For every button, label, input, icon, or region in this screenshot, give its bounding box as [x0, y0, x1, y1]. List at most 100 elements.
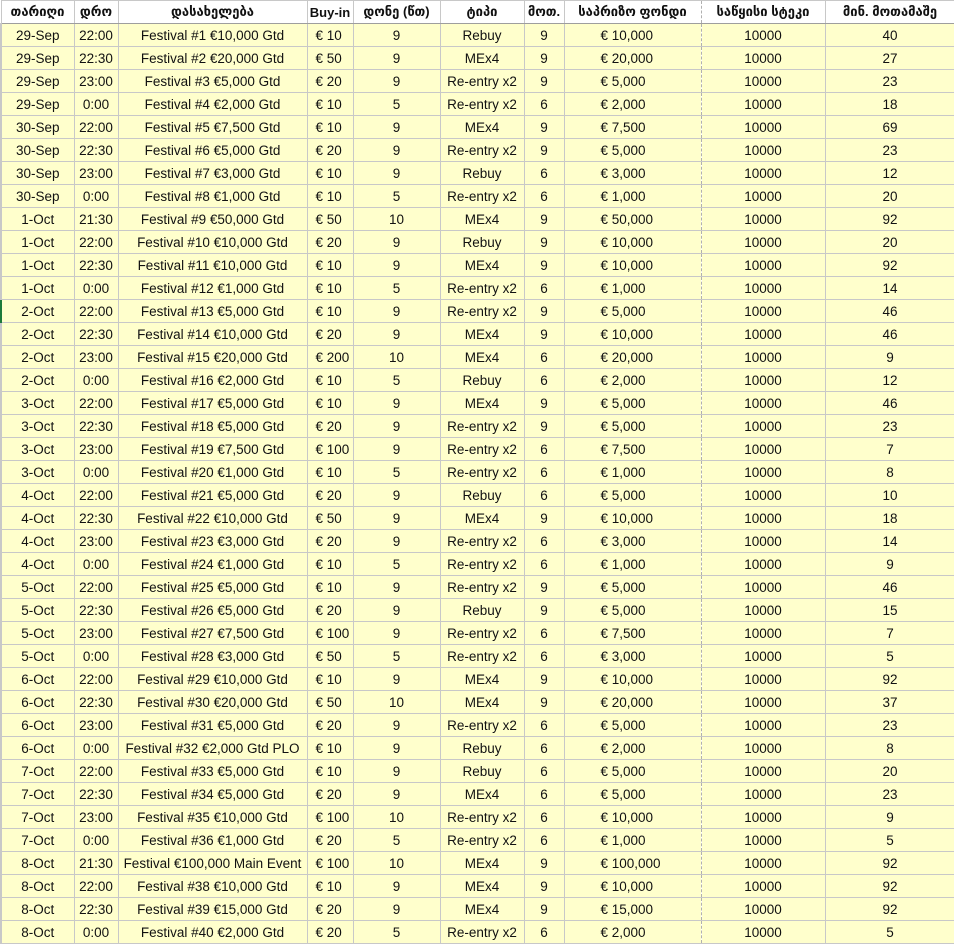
- cell-starting-stack[interactable]: 10000: [700, 437, 826, 461]
- cell-time[interactable]: 22:30: [73, 46, 119, 70]
- cell-starting-stack[interactable]: 10000: [700, 391, 826, 415]
- cell-players[interactable]: 6: [523, 184, 565, 208]
- cell-players[interactable]: 9: [523, 575, 565, 599]
- cell-starting-stack[interactable]: 10000: [700, 552, 826, 576]
- cell-starting-stack[interactable]: 10000: [700, 115, 826, 139]
- cell-players[interactable]: 6: [523, 368, 565, 392]
- cell-players[interactable]: 6: [523, 805, 565, 829]
- cell-players[interactable]: 9: [523, 506, 565, 530]
- cell-min-players[interactable]: 23: [824, 69, 954, 93]
- cell-starting-stack[interactable]: 10000: [700, 276, 826, 300]
- cell-players[interactable]: 9: [523, 690, 565, 714]
- cell-starting-stack[interactable]: 10000: [700, 667, 826, 691]
- cell-time[interactable]: 0:00: [73, 368, 119, 392]
- cell-tournament-name[interactable]: Festival #23 €3,000 Gtd: [117, 529, 308, 553]
- cell-starting-stack[interactable]: 10000: [700, 575, 826, 599]
- cell-prize-pool[interactable]: € 10,000: [563, 23, 702, 47]
- cell-buyin[interactable]: € 10: [306, 460, 354, 484]
- cell-players[interactable]: 6: [523, 460, 565, 484]
- cell-tournament-name[interactable]: Festival #32 €2,000 Gtd PLO: [117, 736, 308, 760]
- cell-time[interactable]: 23:00: [73, 621, 119, 645]
- cell-tournament-name[interactable]: Festival #12 €1,000 Gtd: [117, 276, 308, 300]
- cell-time[interactable]: 0:00: [73, 184, 119, 208]
- cell-buyin[interactable]: € 50: [306, 644, 354, 668]
- cell-min-players[interactable]: 27: [824, 46, 954, 70]
- cell-starting-stack[interactable]: 10000: [700, 184, 826, 208]
- cell-time[interactable]: 22:30: [73, 690, 119, 714]
- cell-players[interactable]: 9: [523, 598, 565, 622]
- cell-date[interactable]: 8-Oct: [0, 874, 75, 898]
- cell-buyin[interactable]: € 100: [306, 851, 354, 875]
- cell-type[interactable]: MEx4: [439, 851, 525, 875]
- cell-prize-pool[interactable]: € 5,000: [563, 483, 702, 507]
- cell-type[interactable]: MEx4: [439, 115, 525, 139]
- cell-buyin[interactable]: € 10: [306, 368, 354, 392]
- cell-date[interactable]: 5-Oct: [0, 644, 75, 668]
- cell-players[interactable]: 6: [523, 644, 565, 668]
- cell-prize-pool[interactable]: € 5,000: [563, 575, 702, 599]
- cell-buyin[interactable]: € 200: [306, 345, 354, 369]
- cell-tournament-name[interactable]: Festival #19 €7,500 Gtd: [117, 437, 308, 461]
- cell-buyin[interactable]: € 10: [306, 391, 354, 415]
- cell-buyin[interactable]: € 100: [306, 437, 354, 461]
- cell-players[interactable]: 6: [523, 276, 565, 300]
- cell-prize-pool[interactable]: € 5,000: [563, 414, 702, 438]
- cell-prize-pool[interactable]: € 3,000: [563, 644, 702, 668]
- cell-time[interactable]: 0:00: [73, 920, 119, 944]
- cell-tournament-name[interactable]: Festival #40 €2,000 Gtd: [117, 920, 308, 944]
- cell-starting-stack[interactable]: 10000: [700, 920, 826, 944]
- cell-time[interactable]: 22:00: [73, 230, 119, 254]
- cell-level-minutes[interactable]: 9: [352, 759, 441, 783]
- cell-prize-pool[interactable]: € 5,000: [563, 759, 702, 783]
- cell-prize-pool[interactable]: € 2,000: [563, 368, 702, 392]
- cell-date[interactable]: 30-Sep: [0, 161, 75, 185]
- header-time[interactable]: დრო: [73, 0, 119, 24]
- cell-players[interactable]: 9: [523, 69, 565, 93]
- cell-buyin[interactable]: € 20: [306, 69, 354, 93]
- cell-tournament-name[interactable]: Festival #14 €10,000 Gtd: [117, 322, 308, 346]
- cell-type[interactable]: Re-entry x2: [439, 828, 525, 852]
- cell-starting-stack[interactable]: 10000: [700, 207, 826, 231]
- cell-players[interactable]: 9: [523, 23, 565, 47]
- cell-prize-pool[interactable]: € 1,000: [563, 552, 702, 576]
- cell-starting-stack[interactable]: 10000: [700, 368, 826, 392]
- cell-level-minutes[interactable]: 9: [352, 897, 441, 921]
- cell-min-players[interactable]: 92: [824, 851, 954, 875]
- cell-prize-pool[interactable]: € 15,000: [563, 897, 702, 921]
- cell-buyin[interactable]: € 20: [306, 414, 354, 438]
- cell-level-minutes[interactable]: 10: [352, 207, 441, 231]
- cell-min-players[interactable]: 23: [824, 138, 954, 162]
- cell-level-minutes[interactable]: 10: [352, 805, 441, 829]
- cell-level-minutes[interactable]: 9: [352, 46, 441, 70]
- cell-date[interactable]: 2-Oct: [0, 368, 75, 392]
- cell-buyin[interactable]: € 20: [306, 828, 354, 852]
- cell-players[interactable]: 9: [523, 391, 565, 415]
- cell-time[interactable]: 22:00: [73, 874, 119, 898]
- cell-players[interactable]: 9: [523, 230, 565, 254]
- cell-players[interactable]: 6: [523, 759, 565, 783]
- cell-buyin[interactable]: € 20: [306, 529, 354, 553]
- cell-min-players[interactable]: 40: [824, 23, 954, 47]
- cell-prize-pool[interactable]: € 2,000: [563, 736, 702, 760]
- cell-tournament-name[interactable]: Festival #16 €2,000 Gtd: [117, 368, 308, 392]
- cell-buyin[interactable]: € 100: [306, 621, 354, 645]
- cell-tournament-name[interactable]: Festival #21 €5,000 Gtd: [117, 483, 308, 507]
- cell-time[interactable]: 23:00: [73, 345, 119, 369]
- cell-type[interactable]: Re-entry x2: [439, 575, 525, 599]
- cell-date[interactable]: 6-Oct: [0, 736, 75, 760]
- cell-date[interactable]: 4-Oct: [0, 552, 75, 576]
- cell-date[interactable]: 6-Oct: [0, 713, 75, 737]
- cell-type[interactable]: Rebuy: [439, 736, 525, 760]
- header-prize-pool[interactable]: საპრიზო ფონდი: [563, 0, 702, 24]
- cell-prize-pool[interactable]: € 20,000: [563, 345, 702, 369]
- cell-min-players[interactable]: 46: [824, 575, 954, 599]
- cell-prize-pool[interactable]: € 5,000: [563, 138, 702, 162]
- cell-starting-stack[interactable]: 10000: [700, 621, 826, 645]
- cell-buyin[interactable]: € 10: [306, 759, 354, 783]
- cell-min-players[interactable]: 69: [824, 115, 954, 139]
- cell-min-players[interactable]: 92: [824, 667, 954, 691]
- cell-date[interactable]: 3-Oct: [0, 391, 75, 415]
- cell-type[interactable]: Re-entry x2: [439, 460, 525, 484]
- cell-date[interactable]: 29-Sep: [0, 23, 75, 47]
- cell-prize-pool[interactable]: € 10,000: [563, 322, 702, 346]
